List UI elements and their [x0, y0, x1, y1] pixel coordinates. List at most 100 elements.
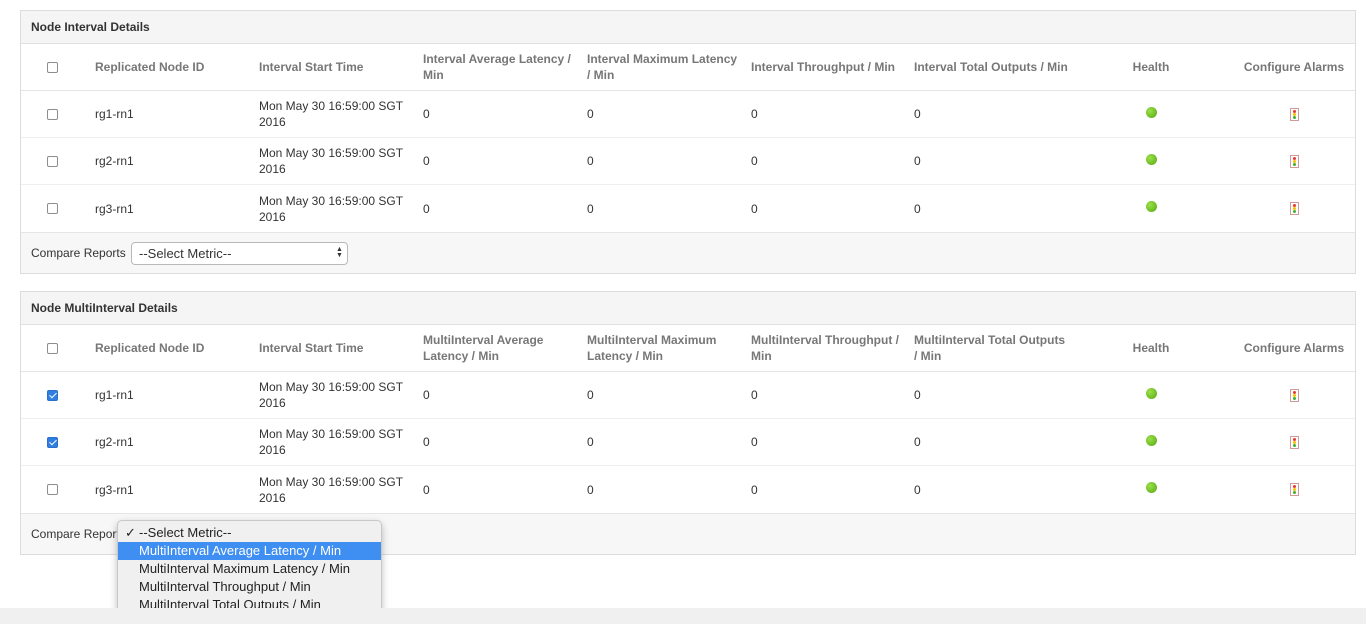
select-all-checkbox[interactable] — [47, 342, 58, 354]
traffic-light-icon[interactable] — [1289, 435, 1299, 449]
checkmark-icon: ✓ — [125, 525, 136, 540]
node-id-cell: rg1-rn1 — [95, 107, 134, 121]
row-checkbox[interactable] — [47, 155, 58, 167]
avg-latency-cell: 0 — [423, 435, 430, 449]
col-header-total-outputs[interactable]: Interval Total Outputs / Min — [914, 44, 1069, 90]
total-outputs-cell: 0 — [914, 482, 921, 497]
dropdown-option[interactable]: ✓ --Select Metric-- — [118, 524, 381, 542]
node-id-cell: rg2-rn1 — [95, 435, 134, 449]
dropdown-option[interactable]: MultiInterval Maximum Latency / Min — [118, 560, 381, 578]
node-id-cell: rg2-rn1 — [95, 154, 134, 168]
col-header-configure-alarms: Configure Alarms — [1243, 341, 1345, 355]
col-header-node-id[interactable]: Replicated Node ID — [95, 44, 245, 90]
table-row: rg3-rn1 Mon May 30 16:59:00 SGT 2016 0 0 0 0 — [21, 466, 1355, 513]
avg-latency-cell: 0 — [423, 154, 430, 168]
avg-latency-cell: 0 — [423, 388, 430, 402]
traffic-light-icon[interactable] — [1289, 107, 1299, 121]
total-outputs-cell: 0 — [914, 435, 921, 449]
col-header-max-latency[interactable]: MultiInterval Maximum Latency / Min — [587, 325, 742, 371]
metric-select-value: --Select Metric-- — [139, 246, 232, 261]
col-header-node-id[interactable]: Replicated Node ID — [95, 325, 245, 371]
start-time-cell: Mon May 30 16:59:00 SGT 2016 — [259, 380, 403, 410]
start-time-cell: Mon May 30 16:59:00 SGT 2016 — [259, 193, 403, 224]
table-header: Replicated Node ID Interval Start Time M… — [21, 325, 1355, 372]
col-header-max-latency[interactable]: Interval Maximum Latency / Min — [587, 44, 742, 90]
max-latency-cell: 0 — [587, 154, 594, 168]
select-all-checkbox[interactable] — [47, 61, 58, 73]
panel-title: Node MultiInterval Details — [21, 292, 1355, 325]
col-header-configure-alarms: Configure Alarms — [1243, 60, 1345, 74]
row-checkbox[interactable] — [47, 108, 58, 120]
throughput-cell: 0 — [751, 201, 758, 216]
col-header-avg-latency[interactable]: MultiInterval Average Latency / Min — [423, 325, 578, 371]
table-row: rg3-rn1 Mon May 30 16:59:00 SGT 2016 0 0 0 0 — [21, 185, 1355, 232]
total-outputs-cell: 0 — [914, 154, 921, 168]
col-header-avg-latency[interactable]: Interval Average Latency / Min — [423, 44, 578, 90]
node-id-cell: rg3-rn1 — [95, 482, 134, 497]
col-header-health: Health — [1132, 60, 1170, 74]
select-arrows-icon: ▲ ▼ — [336, 246, 343, 259]
throughput-cell: 0 — [751, 154, 758, 168]
compare-reports-label: Compare Reports — [31, 246, 126, 260]
avg-latency-cell: 0 — [423, 482, 430, 497]
col-header-start-time[interactable]: Interval Start Time — [259, 325, 411, 371]
node-interval-panel: Node Interval Details Replicated Node ID… — [20, 10, 1356, 274]
metric-select-dropdown[interactable]: ✓ --Select Metric-- MultiInterval Average … — [117, 520, 382, 619]
total-outputs-cell: 0 — [914, 388, 921, 402]
max-latency-cell: 0 — [587, 482, 594, 497]
total-outputs-cell: 0 — [914, 107, 921, 121]
col-header-start-time[interactable]: Interval Start Time — [259, 44, 411, 90]
health-status-dot-icon — [1145, 387, 1157, 399]
avg-latency-cell: 0 — [423, 107, 430, 121]
max-latency-cell: 0 — [587, 201, 594, 216]
table-header: Replicated Node ID Interval Start Time I… — [21, 44, 1355, 91]
table-row: rg1-rn1 Mon May 30 16:59:00 SGT 2016 0 0 0 0 — [21, 372, 1355, 419]
health-status-dot-icon — [1145, 434, 1157, 446]
col-header-total-outputs[interactable]: MultiInterval Total Outputs / Min — [914, 325, 1069, 371]
node-multiinterval-panel: Node MultiInterval Details Replicated No… — [20, 291, 1356, 555]
page-footer — [0, 608, 1366, 624]
start-time-cell: Mon May 30 16:59:00 SGT 2016 — [259, 474, 403, 505]
table-row: rg1-rn1 Mon May 30 16:59:00 SGT 2016 0 0 0 0 — [21, 91, 1355, 138]
max-latency-cell: 0 — [587, 388, 594, 402]
throughput-cell: 0 — [751, 107, 758, 121]
start-time-cell: Mon May 30 16:59:00 SGT 2016 — [259, 146, 403, 176]
metric-select[interactable]: --Select Metric-- ▲ ▼ — [131, 242, 348, 265]
node-id-cell: rg1-rn1 — [95, 388, 134, 402]
dropdown-option[interactable]: MultiInterval Average Latency / Min — [118, 542, 381, 560]
compare-reports-label: Compare Reports — [31, 527, 126, 541]
traffic-light-icon[interactable] — [1289, 483, 1299, 496]
compare-reports-bar: Compare Reports --Select Metric-- ▲ ▼ — [21, 232, 1355, 273]
table-row: rg2-rn1 Mon May 30 16:59:00 SGT 2016 0 0 0 0 — [21, 419, 1355, 466]
avg-latency-cell: 0 — [423, 201, 430, 216]
dropdown-option[interactable]: MultiInterval Throughput / Min — [118, 578, 381, 596]
dropdown-option-label: MultiInterval Maximum Latency / Min — [139, 561, 350, 576]
dropdown-option-label: MultiInterval Throughput / Min — [139, 579, 311, 594]
throughput-cell: 0 — [751, 482, 758, 497]
start-time-cell: Mon May 30 16:59:00 SGT 2016 — [259, 427, 403, 457]
health-status-dot-icon — [1145, 482, 1157, 493]
col-header-throughput[interactable]: Interval Throughput / Min — [751, 44, 906, 90]
health-status-dot-icon — [1145, 153, 1157, 165]
max-latency-cell: 0 — [587, 107, 594, 121]
traffic-light-icon[interactable] — [1289, 202, 1299, 215]
panel-title: Node Interval Details — [21, 11, 1355, 44]
health-status-dot-icon — [1145, 106, 1157, 118]
row-checkbox[interactable] — [47, 436, 58, 448]
table-row: rg2-rn1 Mon May 30 16:59:00 SGT 2016 0 0 0 0 — [21, 138, 1355, 185]
total-outputs-cell: 0 — [914, 201, 921, 216]
throughput-cell: 0 — [751, 388, 758, 402]
col-header-health: Health — [1132, 341, 1170, 355]
dropdown-option-label: MultiInterval Average Latency / Min — [139, 543, 342, 558]
traffic-light-icon[interactable] — [1289, 388, 1299, 402]
throughput-cell: 0 — [751, 435, 758, 449]
row-checkbox[interactable] — [47, 389, 58, 401]
start-time-cell: Mon May 30 16:59:00 SGT 2016 — [259, 99, 403, 129]
traffic-light-icon[interactable] — [1289, 154, 1299, 168]
max-latency-cell: 0 — [587, 435, 594, 449]
col-header-throughput[interactable]: MultiInterval Throughput / Min — [751, 325, 906, 371]
health-status-dot-icon — [1145, 201, 1157, 212]
row-checkbox[interactable] — [47, 203, 58, 214]
row-checkbox[interactable] — [47, 484, 58, 495]
node-id-cell: rg3-rn1 — [95, 201, 134, 216]
